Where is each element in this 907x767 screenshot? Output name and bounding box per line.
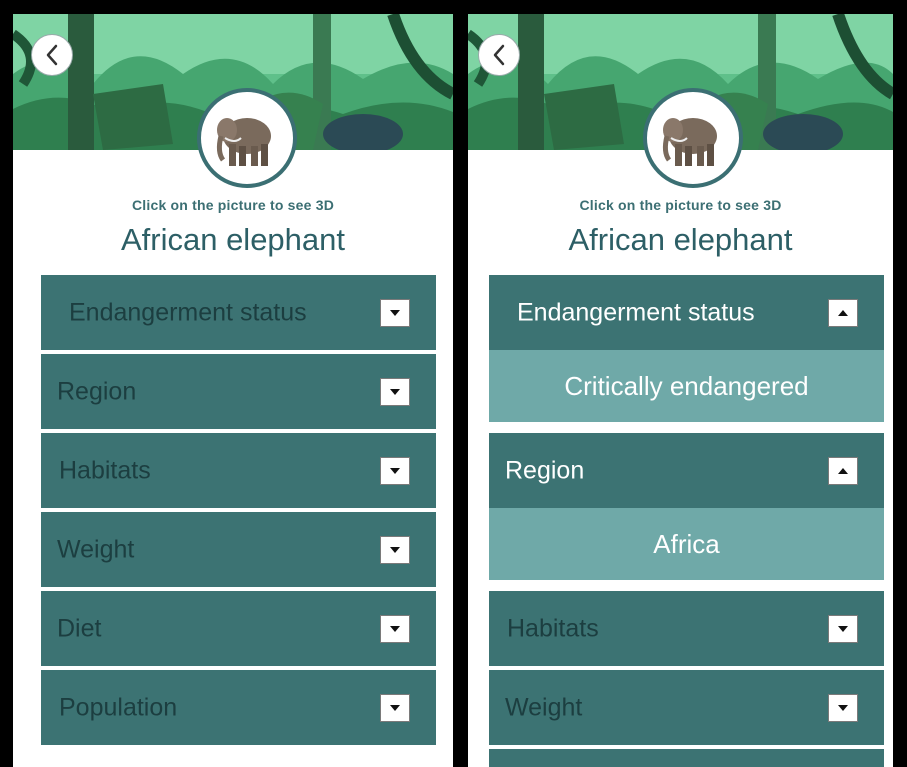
screen-divider [460,0,468,767]
triangle-down-icon [390,625,400,632]
screen-collapsed: Click on the picture to see 3D African e… [13,14,453,767]
collapse-button[interactable] [828,456,858,485]
accordion-label: Habitats [507,614,599,642]
accordion-header-region[interactable]: Region [489,433,884,508]
triangle-down-icon [838,704,848,711]
expand-button[interactable] [828,614,858,643]
accordion-header-habitats[interactable]: Habitats [489,591,884,666]
triangle-down-icon [390,467,400,474]
accordion-label: Weight [505,693,583,721]
accordion-label: Region [57,377,137,405]
chevron-left-icon [46,44,58,66]
region-value: Africa [489,508,884,580]
accordion-header-endangerment-status[interactable]: Endangerment status [489,275,884,350]
picture-hint: Click on the picture to see 3D [579,197,782,213]
animal-picture-button[interactable] [197,88,297,188]
expand-button[interactable] [380,535,410,564]
collapse-button[interactable] [828,298,858,327]
expand-button[interactable] [380,456,410,485]
screen-expanded: Click on the picture to see 3D African e… [468,14,893,767]
animal-title: African elephant [568,222,793,257]
triangle-down-icon [390,546,400,553]
triangle-up-icon [838,309,848,316]
accordion-label: Diet [57,614,102,642]
accordion-label: Weight [57,535,135,563]
accordion-header-partial[interactable] [489,749,884,767]
accordion-label: Endangerment status [517,298,755,326]
triangle-down-icon [838,625,848,632]
expand-button[interactable] [380,377,410,406]
expand-button[interactable] [380,693,410,722]
back-button[interactable] [478,34,520,76]
picture-hint: Click on the picture to see 3D [131,197,335,213]
endangerment-status-value: Critically endangered [489,350,884,422]
expand-button[interactable] [828,693,858,722]
triangle-down-icon [390,388,400,395]
accordion-label: Region [505,456,585,484]
triangle-up-icon [838,467,848,474]
accordion-label: Endangerment status [69,298,307,326]
accordion-header-population[interactable]: Population [41,670,436,745]
triangle-down-icon [390,309,400,316]
accordion-header-diet[interactable]: Diet [41,591,436,666]
triangle-down-icon [390,704,400,711]
accordion-header-region[interactable]: Region [41,354,436,429]
animal-picture-button[interactable] [643,88,743,188]
elephant-image [662,118,717,166]
chevron-left-icon [493,44,505,66]
accordion-header-habitats[interactable]: Habitats [41,433,436,508]
accordion-label: Habitats [59,456,151,484]
animal-title: African elephant [120,222,346,257]
back-button[interactable] [31,34,73,76]
accordion-label: Population [59,693,178,721]
expand-button[interactable] [380,298,410,327]
expand-button[interactable] [380,614,410,643]
accordion-header-weight[interactable]: Weight [41,512,436,587]
elephant-image [216,118,271,166]
accordion-header-weight[interactable]: Weight [489,670,884,745]
accordion-header-endangerment-status[interactable]: Endangerment status [41,275,436,350]
